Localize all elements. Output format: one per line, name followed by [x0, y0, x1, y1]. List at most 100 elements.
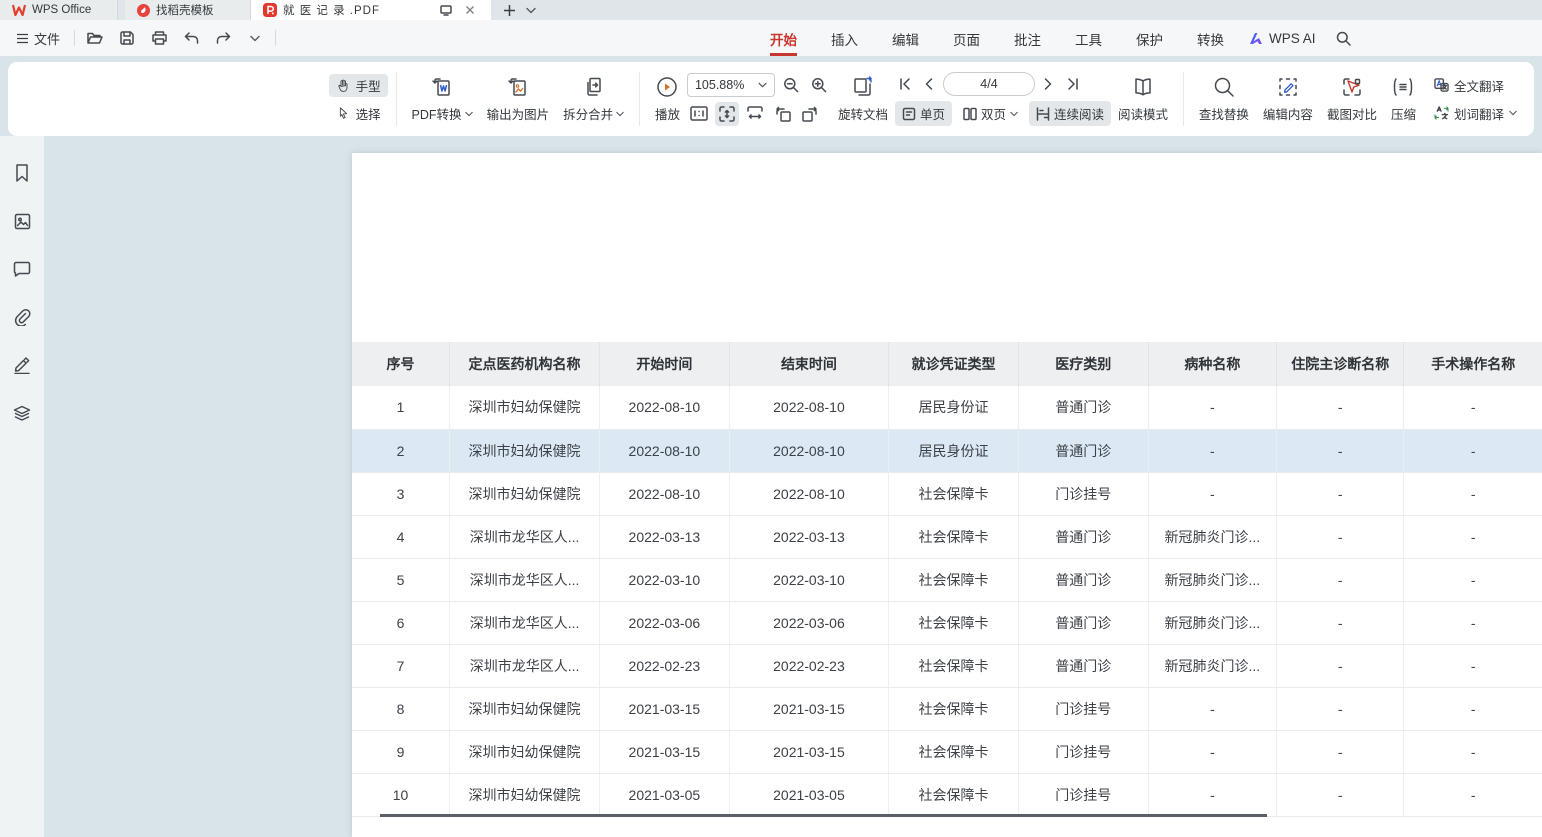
table-cell: 新冠肺炎门诊...: [1148, 558, 1277, 601]
split-merge-button[interactable]: 拆分合并: [556, 71, 631, 127]
zoom-level-select[interactable]: 105.88%: [687, 73, 775, 97]
pdf-convert-button[interactable]: PDF转换: [405, 71, 480, 127]
export-image-label: 输出为图片: [487, 104, 550, 123]
first-page-button[interactable]: [895, 72, 915, 96]
book-icon: [1131, 75, 1155, 99]
tab-wps-office[interactable]: WPS Office: [0, 0, 118, 20]
document-title: 就 医 记 录 .PDF: [283, 2, 431, 18]
compress-button[interactable]: 压缩: [1384, 71, 1423, 127]
close-tab-button[interactable]: [461, 1, 479, 19]
table-cell: 门诊挂号: [1018, 773, 1148, 816]
tab-document-pdf[interactable]: 就 医 记 录 .PDF: [251, 0, 491, 20]
menu-tab-edit[interactable]: 编辑: [886, 23, 925, 53]
table-cell: -: [1404, 386, 1542, 429]
folder-open-icon: [87, 31, 103, 45]
rotate-document-icon: [851, 75, 875, 99]
table-cell: 2022-03-06: [729, 601, 888, 644]
select-tool-button[interactable]: 选择: [329, 102, 388, 125]
print-button[interactable]: [147, 26, 171, 50]
tab-list-button[interactable]: [526, 7, 536, 14]
read-mode-button[interactable]: 阅读模式: [1111, 71, 1175, 127]
chevron-down-icon: [526, 7, 536, 14]
play-button[interactable]: 播放: [648, 71, 687, 127]
close-icon: [465, 5, 475, 15]
compress-icon: [1391, 75, 1415, 99]
rotate-document-button[interactable]: 旋转文档: [831, 71, 895, 127]
table-cell: 深圳市龙华区人...: [450, 558, 600, 601]
menu-search-button[interactable]: [1336, 31, 1351, 46]
table-row: 3深圳市妇幼保健院2022-08-102022-08-10社会保障卡门诊挂号--…: [352, 472, 1542, 515]
quick-access-dropdown[interactable]: [243, 26, 267, 50]
rotate-right-button[interactable]: [799, 102, 823, 126]
menu-tab-page[interactable]: 页面: [947, 23, 986, 53]
last-page-button[interactable]: [1063, 72, 1083, 96]
menu-tab-convert[interactable]: 转换: [1191, 23, 1230, 53]
word-translate-button[interactable]: 划词翻译: [1427, 102, 1524, 125]
cursor-icon: [336, 106, 351, 121]
screenshot-compare-button[interactable]: 截图对比: [1320, 71, 1384, 127]
zoom-in-button[interactable]: [807, 73, 831, 97]
open-file-button[interactable]: [83, 26, 107, 50]
menu-tab-insert[interactable]: 插入: [825, 23, 864, 53]
window-tab-bar: WPS Office 找稻壳模板 就 医 记 录 .PDF: [0, 0, 1542, 20]
zoom-out-button[interactable]: [779, 73, 803, 97]
layers-panel-button[interactable]: [9, 400, 35, 426]
signature-panel-button[interactable]: [9, 352, 35, 378]
save-button[interactable]: [115, 26, 139, 50]
file-menu-button[interactable]: 文件: [10, 26, 66, 51]
new-tab-button[interactable]: [503, 4, 516, 17]
printer-icon: [152, 31, 167, 45]
wps-logo-icon: [12, 4, 26, 16]
divider: [639, 72, 640, 126]
fit-width-button[interactable]: [743, 102, 767, 126]
screen-share-button[interactable]: [437, 1, 455, 19]
word-translate-label: 划词翻译: [1454, 104, 1504, 123]
menu-tab-protect[interactable]: 保护: [1130, 23, 1169, 53]
table-cell: 社会保障卡: [889, 601, 1019, 644]
tab-docer-templates[interactable]: 找稻壳模板: [125, 0, 251, 20]
bookmark-panel-button[interactable]: [9, 160, 35, 186]
edit-content-button[interactable]: 编辑内容: [1256, 71, 1320, 127]
thumbnails-icon: [14, 213, 31, 230]
next-page-button[interactable]: [1039, 72, 1059, 96]
table-cell: 普通门诊: [1018, 386, 1148, 429]
single-page-button[interactable]: 单页: [895, 101, 952, 126]
actual-size-button[interactable]: [687, 102, 711, 126]
table-cell: -: [1404, 558, 1542, 601]
table-cell: 深圳市龙华区人...: [450, 644, 600, 687]
continuous-reading-button[interactable]: 连续阅读: [1029, 101, 1111, 126]
thumbnails-panel-button[interactable]: [9, 208, 35, 234]
attachments-panel-button[interactable]: [9, 304, 35, 330]
hand-tool-button[interactable]: 手型: [329, 74, 388, 97]
redo-button[interactable]: [211, 26, 235, 50]
table-cell: 2022-08-10: [729, 386, 888, 429]
previous-page-button[interactable]: [919, 72, 939, 96]
play-icon: [655, 75, 679, 99]
signature-pen-icon: [13, 356, 31, 374]
table-cell: -: [1404, 472, 1542, 515]
table-cell: 2022-08-10: [729, 472, 888, 515]
document-scroll-area[interactable]: 序号定点医药机构名称开始时间结束时间就诊凭证类型医疗类别病种名称住院主诊断名称手…: [44, 136, 1542, 837]
table-cell: 深圳市妇幼保健院: [450, 472, 600, 515]
export-as-image-button[interactable]: 输出为图片: [480, 71, 557, 127]
page-indicator-input[interactable]: [943, 72, 1035, 96]
menu-tab-annotate[interactable]: 批注: [1008, 23, 1047, 53]
table-cell: 4: [352, 515, 450, 558]
fit-page-button[interactable]: [715, 102, 739, 126]
edit-content-label: 编辑内容: [1263, 104, 1313, 123]
find-replace-button[interactable]: 查找替换: [1192, 71, 1256, 127]
rotate-left-button[interactable]: [771, 102, 795, 126]
menu-tab-home[interactable]: 开始: [764, 23, 803, 53]
undo-button[interactable]: [179, 26, 203, 50]
table-cell: -: [1404, 644, 1542, 687]
menu-tab-tools[interactable]: 工具: [1069, 23, 1108, 53]
export-image-icon: [506, 75, 530, 99]
tab-label: 找稻壳模板: [156, 2, 214, 18]
table-cell: 2022-08-10: [600, 429, 730, 472]
hand-tool-label: 手型: [356, 76, 381, 95]
double-page-button[interactable]: 双页: [956, 101, 1025, 126]
rotate-right-icon: [802, 106, 819, 122]
comments-panel-button[interactable]: [9, 256, 35, 282]
full-text-translate-button[interactable]: 全文翻译: [1427, 74, 1524, 97]
wps-ai-button[interactable]: WPS AI: [1248, 31, 1316, 46]
